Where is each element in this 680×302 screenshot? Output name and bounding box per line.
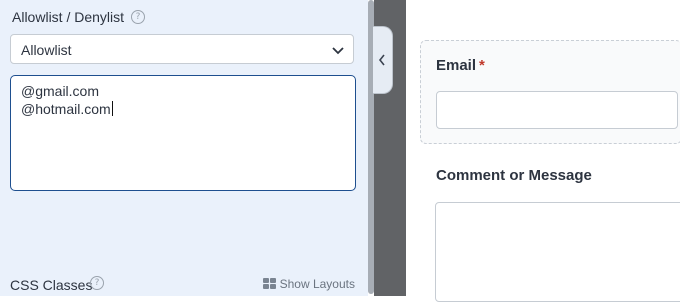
list-entry: @gmail.com xyxy=(21,83,100,99)
css-classes-label: CSS Classes xyxy=(10,277,93,293)
help-icon[interactable]: ? xyxy=(131,10,145,24)
required-marker: * xyxy=(479,57,485,74)
comment-textarea[interactable] xyxy=(435,202,680,302)
email-input[interactable] xyxy=(436,91,678,129)
allowlist-mode-select[interactable]: Allowlist xyxy=(10,34,354,64)
field-options-panel: Allowlist / Denylist ? Allowlist @gmail.… xyxy=(0,0,368,296)
list-entry: @hotmail.com xyxy=(21,101,113,117)
show-layouts-link[interactable]: Show Layouts xyxy=(280,277,355,291)
collapse-sidebar-button[interactable] xyxy=(373,26,393,94)
allowlist-denylist-label: Allowlist / Denylist xyxy=(12,9,125,25)
text-caret xyxy=(111,101,113,116)
chevron-left-icon xyxy=(378,54,385,66)
allowlist-mode-value: Allowlist xyxy=(21,42,72,58)
comment-label: Comment or Message xyxy=(436,167,592,184)
grid-icon[interactable] xyxy=(263,278,276,289)
help-icon[interactable]: ? xyxy=(90,276,104,290)
email-field-block[interactable]: Email * xyxy=(420,40,680,144)
chevron-down-icon xyxy=(332,47,344,55)
email-label: Email xyxy=(436,57,477,74)
allowlist-textarea[interactable]: @gmail.com @hotmail.com xyxy=(10,75,356,191)
